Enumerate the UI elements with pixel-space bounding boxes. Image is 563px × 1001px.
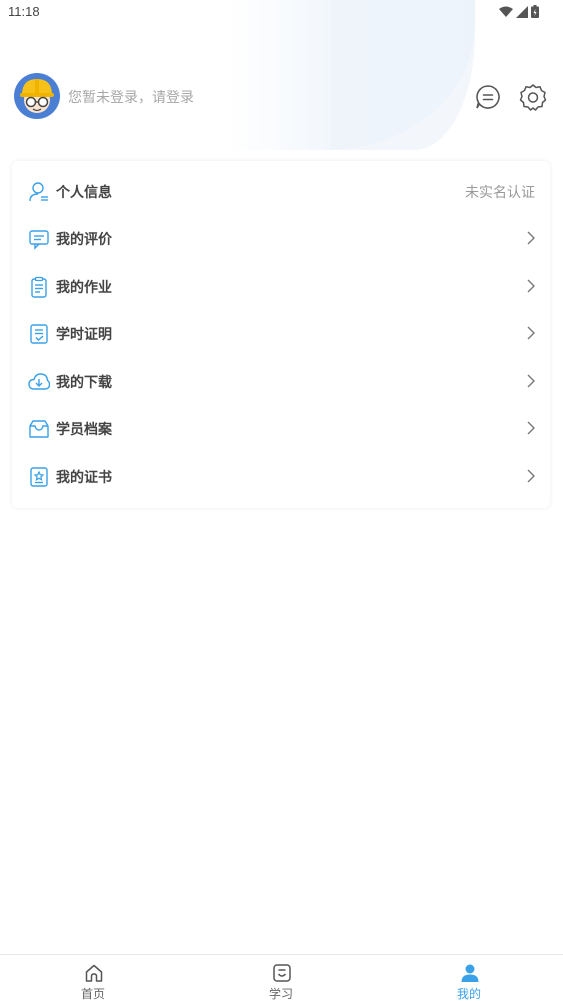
menu-item-student-records[interactable]: 学员档案	[12, 405, 550, 452]
verification-status: 未实名认证	[465, 185, 535, 201]
chevron-right-icon	[527, 326, 535, 340]
menu-item-label: 我的证书	[56, 470, 112, 486]
battery-icon	[531, 5, 539, 18]
tab-label: 学习	[268, 987, 293, 1001]
menu-item-label: 学时证明	[56, 327, 112, 343]
tab-label: 我的	[456, 987, 481, 1001]
tab-label: 首页	[80, 987, 105, 1001]
user-icon	[29, 182, 48, 202]
menu-item-label: 我的下载	[56, 375, 112, 391]
study-icon	[273, 964, 291, 982]
chevron-right-icon	[527, 279, 535, 293]
clipboard-icon	[31, 276, 47, 298]
status-time: 11:18	[8, 4, 40, 19]
user-header: 您暂未登录，请登录	[14, 73, 549, 121]
menu-item-label: 我的作业	[56, 280, 112, 296]
chevron-right-icon	[527, 231, 535, 245]
badge-icon	[30, 467, 48, 487]
menu-item-my-certificates[interactable]: 我的证书	[12, 453, 550, 500]
signal-icon	[516, 5, 528, 18]
chevron-right-icon	[527, 421, 535, 435]
gear-icon	[519, 84, 547, 111]
menu-card: 个人信息 未实名认证 我的评价 我的作业 学时证明 我的下载 学员档案 我的证书	[12, 161, 550, 508]
chevron-right-icon	[527, 469, 535, 483]
menu-item-label: 我的评价	[56, 232, 112, 248]
menu-item-personal-info[interactable]: 个人信息 未实名认证	[12, 168, 550, 215]
menu-item-my-downloads[interactable]: 我的下载	[12, 358, 550, 405]
tab-home[interactable]: 首页	[63, 955, 123, 1001]
menu-item-my-reviews[interactable]: 我的评价	[12, 215, 550, 262]
menu-item-label: 学员档案	[56, 422, 112, 438]
cloud-download-icon	[28, 373, 50, 390]
certificate-doc-icon	[30, 324, 48, 344]
settings-button[interactable]	[519, 83, 547, 111]
home-icon	[85, 964, 103, 982]
comment-icon	[29, 230, 49, 250]
avatar[interactable]	[14, 73, 60, 119]
archive-box-icon	[29, 420, 49, 438]
bottom-tab-bar: 首页 学习 我的	[0, 954, 563, 1001]
login-prompt-link[interactable]: 您暂未登录，请登录	[68, 87, 194, 107]
tab-mine[interactable]: 我的	[439, 955, 499, 1001]
tab-study[interactable]: 学习	[251, 955, 311, 1001]
menu-item-my-homework[interactable]: 我的作业	[12, 263, 550, 310]
wifi-icon	[499, 6, 513, 17]
message-icon	[476, 85, 500, 109]
menu-item-label: 个人信息	[56, 185, 112, 201]
chevron-right-icon	[527, 374, 535, 388]
menu-item-study-hours-proof[interactable]: 学时证明	[12, 310, 550, 357]
status-icons	[499, 5, 539, 18]
message-button[interactable]	[474, 83, 502, 111]
person-icon	[461, 964, 479, 982]
